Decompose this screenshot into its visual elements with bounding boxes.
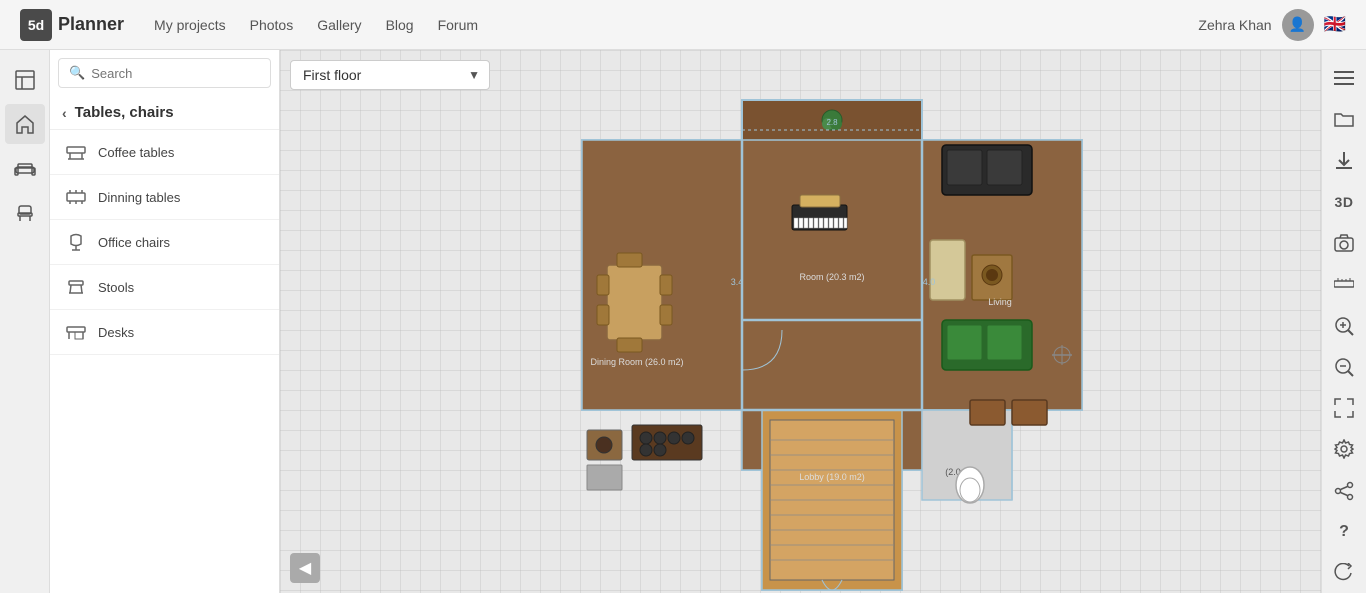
ruler-button[interactable] <box>1324 265 1364 304</box>
help-button[interactable]: ? <box>1324 512 1364 551</box>
logo-icon: 5d <box>20 9 52 41</box>
search-input[interactable] <box>91 66 260 81</box>
fullscreen-button[interactable] <box>1324 389 1364 428</box>
share-button[interactable] <box>1324 471 1364 510</box>
zoom-out-button[interactable] <box>1324 347 1364 386</box>
svg-text:Room (20.3 m2): Room (20.3 m2) <box>799 272 864 282</box>
svg-text:3.4: 3.4 <box>730 277 743 287</box>
back-button[interactable]: ◀ <box>290 553 320 583</box>
search-box[interactable]: 🔍 <box>58 58 271 88</box>
user-name: Zehra Khan <box>1198 17 1271 33</box>
main: 🔍 ‹ Tables, chairs Coffee tables <box>0 50 1366 593</box>
download-button[interactable] <box>1324 141 1364 180</box>
sidebar-item-office-chairs[interactable]: Office chairs <box>50 220 279 265</box>
nav-item-forum[interactable]: Forum <box>438 17 478 33</box>
dinning-tables-label: Dinning tables <box>98 190 180 205</box>
zoom-in-button[interactable] <box>1324 306 1364 345</box>
folder-button[interactable] <box>1324 99 1364 138</box>
sidebar-item-coffee-tables[interactable]: Coffee tables <box>50 130 279 175</box>
sidebar-item-desks[interactable]: Desks <box>50 310 279 355</box>
floorplan-area: First floor Second floor Ground floor ▼ <box>280 50 1321 593</box>
chair-button[interactable] <box>5 192 45 232</box>
office-chair-icon <box>64 230 88 254</box>
svg-text:4.0: 4.0 <box>922 277 935 287</box>
menu-button[interactable] <box>1324 58 1364 97</box>
floor-plan-button[interactable] <box>5 60 45 100</box>
stool-icon <box>64 275 88 299</box>
dining-table-icon <box>64 185 88 209</box>
sidebar-item-dinning-tables[interactable]: Dinning tables <box>50 175 279 220</box>
category-title: Tables, chairs <box>75 104 174 121</box>
search-icon: 🔍 <box>69 65 85 81</box>
nav-item-gallery[interactable]: Gallery <box>317 17 361 33</box>
floor-selector: First floor Second floor Ground floor ▼ <box>290 60 490 90</box>
user-area: Zehra Khan 👤 🇬🇧 <box>1198 9 1346 41</box>
header: 5d Planner My projects Photos Gallery Blog F… <box>0 0 1366 50</box>
coffee-table-icon <box>64 140 88 164</box>
desks-label: Desks <box>98 325 134 340</box>
stools-label: Stools <box>98 280 134 295</box>
svg-text:Living: Living <box>988 297 1012 307</box>
svg-text:Dining Room (26.0 m2): Dining Room (26.0 m2) <box>590 357 683 367</box>
svg-text:Lobby (19.0 m2): Lobby (19.0 m2) <box>799 472 865 482</box>
sidebar: 🔍 ‹ Tables, chairs Coffee tables <box>50 50 280 593</box>
floorplan-svg: Room (20.3 m2) Dining Room (26.0 m2) Liv… <box>522 90 1142 593</box>
camera-button[interactable] <box>1324 223 1364 262</box>
nav-item-photos[interactable]: Photos <box>250 17 294 33</box>
3d-button[interactable]: 3D <box>1324 182 1364 221</box>
office-chairs-label: Office chairs <box>98 235 170 250</box>
avatar: 👤 <box>1282 9 1314 41</box>
right-toolbar: 3D ? <box>1321 50 1366 593</box>
nav-item-my-projects[interactable]: My projects <box>154 17 226 33</box>
home-button[interactable] <box>5 104 45 144</box>
back-arrow-label: ◀ <box>299 558 311 578</box>
floor-dropdown-wrapper[interactable]: First floor Second floor Ground floor ▼ <box>290 60 490 90</box>
coffee-tables-label: Coffee tables <box>98 145 174 160</box>
nav: My projects Photos Gallery Blog Forum <box>154 17 1168 33</box>
sidebar-item-stools[interactable]: Stools <box>50 265 279 310</box>
nav-item-blog[interactable]: Blog <box>386 17 414 33</box>
left-toolbar <box>0 50 50 593</box>
flag: 🇬🇧 <box>1324 14 1346 35</box>
settings-button[interactable] <box>1324 430 1364 469</box>
sofa-button[interactable] <box>5 148 45 188</box>
desk-icon <box>64 320 88 344</box>
category-header[interactable]: ‹ Tables, chairs <box>50 96 279 130</box>
back-arrow-icon: ‹ <box>62 105 67 121</box>
floor-dropdown[interactable]: First floor Second floor Ground floor <box>290 60 490 90</box>
logo-text: Planner <box>58 14 124 35</box>
logo[interactable]: 5d Planner <box>20 9 124 41</box>
rotate-button[interactable] <box>1324 554 1364 593</box>
svg-text:2.8: 2.8 <box>826 118 838 127</box>
